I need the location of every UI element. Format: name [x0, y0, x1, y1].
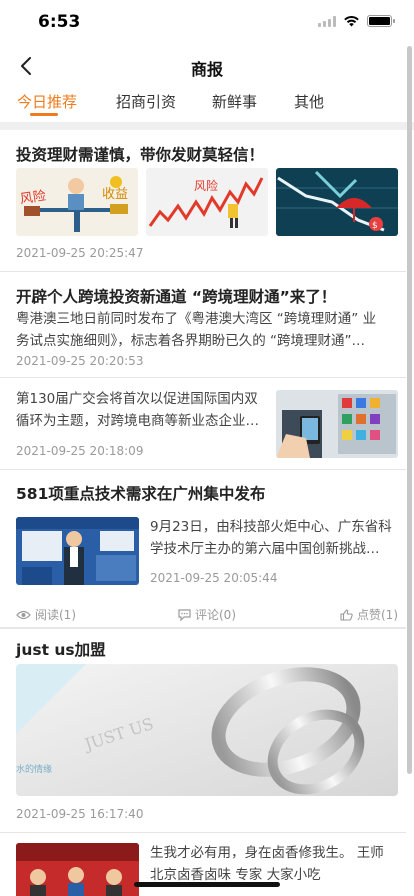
article-stats-bar: 阅读(1) 评论(0) 点赞(1)	[0, 606, 406, 622]
status-time: 6:53	[38, 12, 81, 32]
like-count[interactable]: 点赞(1)	[340, 606, 398, 623]
comment-icon	[178, 608, 191, 621]
read-count[interactable]: 阅读(1)	[16, 606, 76, 623]
article-card-3[interactable]: 第130届广交会将首次以促进国际国内双 循环为主题，对跨境电商等新业态企业… 2…	[0, 378, 406, 470]
article-image-food-banner	[16, 843, 139, 896]
article-date: 2021-09-25 20:05:44	[150, 571, 278, 585]
article-title: 开辟个人跨境投资新通道 “跨境理财通”来了！	[16, 288, 337, 306]
article-image-trade-fair	[276, 390, 398, 458]
article-card-4[interactable]: 581项重点技术需求在广州集中发布 9月23日，由科技部火炬中心、广东省科 学技…	[0, 470, 406, 628]
article-image-umbrella: $	[276, 168, 398, 236]
tab-other[interactable]: 其他	[294, 91, 324, 112]
wifi-icon	[344, 16, 359, 27]
svg-text:$: $	[372, 221, 378, 231]
comment-count-label: 评论(0)	[195, 608, 236, 622]
article-card-5[interactable]: just us加盟 JUST US 水的情缘 2021-09-25 16:17:…	[0, 629, 406, 833]
nav-bar: 商报	[0, 44, 414, 88]
svg-text:风险: 风险	[194, 178, 218, 193]
article-summary-line: 生我才必有用，身在卤香修我生。 王师	[150, 845, 384, 861]
article-image-risk-scale: 风险 收益	[16, 168, 138, 236]
article-date: 2021-09-25 16:17:40	[16, 807, 144, 821]
svg-text:水的情缘: 水的情缘	[16, 763, 52, 775]
read-count-label: 阅读(1)	[35, 608, 76, 622]
article-summary-line: 第130届广交会将首次以促进国际国内双	[16, 391, 258, 407]
status-bar: 6:53	[0, 0, 414, 44]
eye-icon	[16, 610, 31, 619]
article-date: 2021-09-25 20:25:47	[16, 246, 144, 260]
article-card-2[interactable]: 开辟个人跨境投资新通道 “跨境理财通”来了！ 粤港澳三地日前同时发布了《粤港澳大…	[0, 272, 406, 378]
article-title: 581项重点技术需求在广州集中发布	[16, 485, 266, 503]
active-tab-indicator	[30, 113, 58, 116]
tab-fresh[interactable]: 新鲜事	[212, 91, 257, 112]
article-summary-line: 9月23日，由科技部火炬中心、广东省科	[150, 519, 392, 535]
page-title: 商报	[190, 60, 223, 79]
article-banner-rings: JUST US 水的情缘	[16, 664, 398, 796]
article-title: just us加盟	[16, 641, 106, 659]
home-indicator[interactable]	[134, 882, 280, 887]
signal-icon	[318, 15, 336, 27]
category-tabs: 今日推荐 招商引资 新鲜事 其他	[0, 88, 414, 122]
tab-investment[interactable]: 招商引资	[116, 91, 176, 112]
comment-count[interactable]: 评论(0)	[178, 606, 236, 623]
article-summary-line: 务试点实施细则》，标志着各界期盼已久的 “跨境理财通”…	[16, 333, 366, 349]
article-date: 2021-09-25 20:18:09	[16, 444, 144, 458]
status-icons	[318, 15, 395, 27]
scrollbar[interactable]	[407, 46, 412, 774]
article-summary-line: 循环为主题，对跨境电商等新业态企业…	[16, 413, 259, 429]
article-summary-line: 粤港澳三地日前同时发布了《粤港澳大湾区 “跨境理财通” 业	[16, 311, 377, 327]
svg-text:收益: 收益	[102, 187, 128, 202]
article-image-speaker	[16, 517, 139, 585]
article-image-row: 风险 收益 风险 $	[16, 168, 398, 236]
thumbs-up-icon	[340, 608, 353, 621]
article-summary-line: 学技术厅主办的第六届中国创新挑战…	[150, 541, 380, 557]
article-date: 2021-09-25 20:20:53	[16, 354, 144, 368]
like-count-label: 点赞(1)	[357, 608, 398, 622]
battery-icon	[367, 15, 395, 27]
article-card-1[interactable]: 投资理财需谨慎，带你发财莫轻信！ 风险 收益 风险 $ 2021-09-25 2…	[0, 130, 406, 272]
article-image-risk-chart: 风险	[146, 168, 268, 236]
article-title: 投资理财需谨慎，带你发财莫轻信！	[16, 146, 265, 164]
tab-recommend[interactable]: 今日推荐	[17, 91, 77, 112]
section-divider	[0, 122, 414, 130]
